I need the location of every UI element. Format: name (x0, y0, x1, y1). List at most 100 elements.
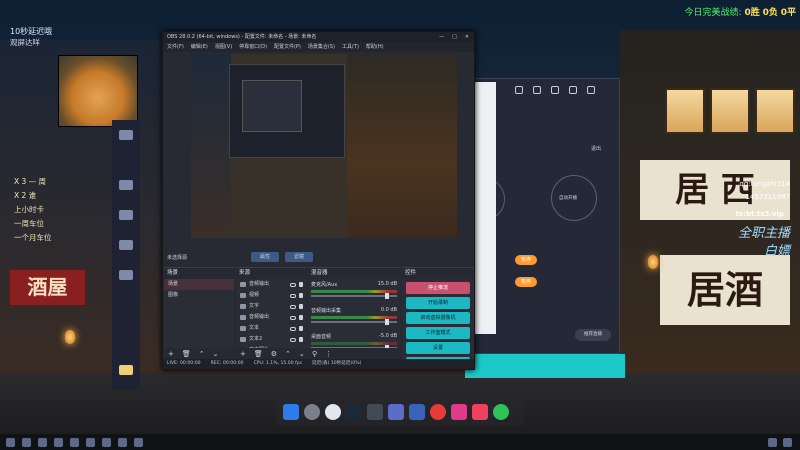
source-item[interactable]: 文本2 (236, 334, 306, 345)
pause-pill[interactable]: 暂停 (515, 255, 537, 265)
volume-slider[interactable] (311, 293, 397, 299)
tray-icon[interactable] (783, 437, 792, 447)
eye-icon[interactable] (290, 326, 296, 331)
eye-icon[interactable] (290, 293, 296, 298)
more-icon[interactable]: ⋮ (325, 350, 332, 358)
link-icon[interactable]: ⚲ (312, 350, 317, 358)
minimize-icon[interactable]: — (439, 32, 444, 42)
cyan-start-button[interactable] (465, 354, 625, 378)
maximize-icon[interactable]: □ (452, 32, 457, 42)
nav-icon[interactable] (119, 210, 133, 220)
text-icon (240, 304, 246, 309)
eye-icon[interactable] (290, 304, 296, 309)
wechat-icon[interactable] (493, 404, 509, 420)
lock-icon[interactable] (299, 282, 303, 287)
toolbar-icon[interactable] (569, 86, 577, 94)
nav-icon[interactable] (119, 180, 133, 190)
toolbar-icon[interactable] (533, 86, 541, 94)
eye-icon[interactable] (290, 282, 296, 287)
close-icon[interactable]: ✕ (465, 32, 469, 42)
taskbar-icon[interactable] (70, 437, 79, 447)
ts-overlay: ts:bt.ts3.vip (735, 210, 784, 218)
scenes-header: 场景 (164, 268, 234, 279)
menu-help[interactable]: 帮助(H) (366, 42, 384, 52)
remove-icon[interactable]: 🗑 (182, 350, 191, 358)
start-record-button[interactable]: 开始录制 (406, 297, 470, 309)
add-icon[interactable]: + (240, 350, 246, 358)
taskbar-icon[interactable] (38, 437, 47, 447)
chevron-up-icon[interactable]: ⌃ (285, 350, 291, 358)
menu-view[interactable]: 视图(V) (215, 42, 232, 52)
gear-icon[interactable]: ⚙ (271, 350, 277, 358)
chevron-down-icon[interactable]: ⌄ (213, 350, 219, 358)
add-icon[interactable]: + (168, 350, 174, 358)
scene-item[interactable]: 图像 (164, 290, 234, 301)
recommend-button[interactable]: 推荐直播 (575, 329, 611, 341)
eye-icon[interactable] (290, 337, 296, 342)
preview-canvas[interactable] (191, 54, 457, 238)
shop-sign: 酒屋 (10, 270, 85, 305)
lock-icon[interactable] (299, 293, 303, 298)
app-icon[interactable] (367, 404, 383, 420)
tray-icon[interactable] (768, 437, 777, 447)
virtual-camera-button[interactable]: 启动虚拟摄像机 (406, 312, 470, 324)
pause-pill[interactable]: 暂停 (515, 277, 537, 287)
menu-tools[interactable]: 工具(T) (342, 42, 359, 52)
menu-file[interactable]: 文件(F) (167, 42, 184, 52)
menu-scene-collection[interactable]: 场景集合(S) (308, 42, 335, 52)
taskbar-icon[interactable] (54, 437, 63, 447)
speaker-icon (240, 282, 246, 287)
volume-slider[interactable] (311, 319, 397, 325)
nav-icon[interactable] (119, 240, 133, 250)
lock-icon[interactable] (299, 337, 303, 342)
source-item[interactable]: 文本 (236, 323, 306, 334)
chevron-down-icon[interactable]: ⌄ (299, 350, 305, 358)
source-item[interactable]: 文字 (236, 301, 306, 312)
menu-profile[interactable]: 配置文件(P) (274, 42, 301, 52)
taskbar-icon[interactable] (102, 437, 111, 447)
taskbar-icon[interactable] (118, 437, 127, 447)
app-icon[interactable] (304, 404, 320, 420)
lock-icon[interactable] (299, 315, 303, 320)
properties-button[interactable]: 属性 (251, 252, 279, 262)
score-overlay: 今日完美战绩: 0胜 0负 0平 (685, 5, 796, 18)
lock-icon[interactable] (299, 326, 303, 331)
app-icon[interactable] (325, 404, 341, 420)
taskbar-icon[interactable] (134, 437, 143, 447)
toolbar-icon[interactable] (515, 86, 523, 94)
sources-header: 来源 (236, 268, 306, 279)
steam-icon[interactable] (346, 404, 362, 420)
toolbar-icon[interactable] (587, 86, 595, 94)
nav-icon[interactable] (119, 270, 133, 280)
eye-icon[interactable] (290, 315, 296, 320)
remove-icon[interactable]: 🗑 (254, 350, 263, 358)
menu-edit[interactable]: 编辑(E) (191, 42, 208, 52)
app-icon[interactable] (451, 404, 467, 420)
exit-label[interactable]: 退出 (591, 145, 601, 152)
filters-button[interactable]: 滤镜 (285, 252, 313, 262)
lock-icon[interactable] (299, 304, 303, 309)
preview-street-left (191, 54, 231, 238)
nav-icon[interactable] (119, 130, 133, 140)
app-icon[interactable] (388, 404, 404, 420)
menu-docks[interactable]: 停靠窗口(D) (239, 42, 267, 52)
source-item[interactable]: 视频 (236, 290, 306, 301)
settings-button[interactable]: 设置 (406, 342, 470, 354)
app-icon[interactable] (430, 404, 446, 420)
studio-mode-button[interactable]: 工作室模式 (406, 327, 470, 339)
source-item[interactable]: 音频输出 (236, 279, 306, 290)
scene-item[interactable]: 场景 (164, 279, 234, 290)
app-icon[interactable] (409, 404, 425, 420)
start-icon[interactable] (6, 437, 15, 447)
stop-stream-button[interactable]: 停止推流 (406, 282, 470, 294)
video-icon (240, 293, 246, 298)
app-icon[interactable] (472, 404, 488, 420)
chevron-up-icon[interactable]: ⌃ (199, 350, 205, 358)
obs-window: OBS 28.0.2 (64-bit, windows) - 配置文件: 未命名… (162, 31, 475, 370)
source-item[interactable]: 音频输出 (236, 312, 306, 323)
diamond-icon[interactable] (119, 365, 133, 375)
windows-icon[interactable] (283, 404, 299, 420)
toolbar-icon[interactable] (551, 86, 559, 94)
taskbar-icon[interactable] (86, 437, 95, 447)
taskbar-icon[interactable] (22, 437, 31, 447)
